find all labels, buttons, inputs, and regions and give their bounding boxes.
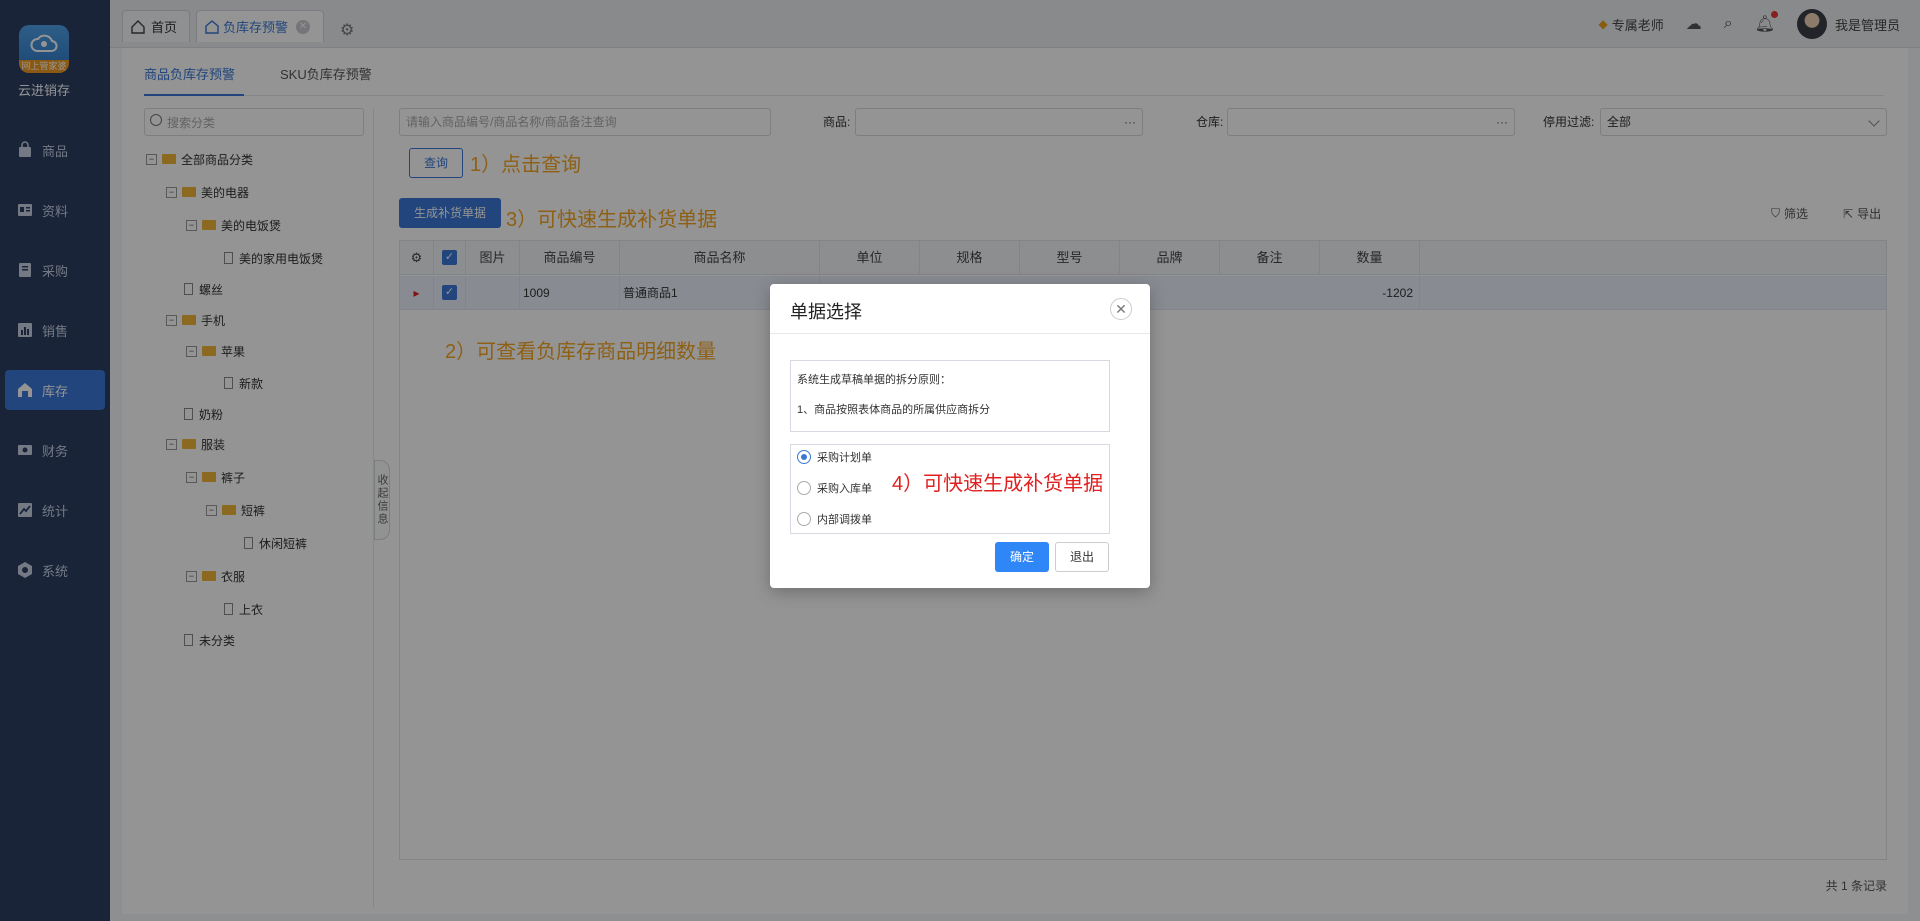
document-select-dialog: 单据选择 ✕ 系统生成草稿单据的拆分原则： 1、商品按照表体商品的所属供应商拆分… [770, 284, 1150, 588]
split-rules-box: 系统生成草稿单据的拆分原则： 1、商品按照表体商品的所属供应商拆分 [790, 360, 1110, 432]
option-label: 采购入库单 [817, 483, 872, 495]
rule-item: 1、商品按照表体商品的所属供应商拆分 [797, 404, 991, 416]
close-icon[interactable]: ✕ [1110, 298, 1132, 320]
option-purchase-inbound[interactable]: 采购入库单 [797, 480, 872, 496]
exit-button[interactable]: 退出 [1055, 542, 1109, 572]
radio-selected[interactable] [797, 450, 811, 464]
option-internal-transfer[interactable]: 内部调拨单 [797, 511, 872, 527]
option-label: 内部调拨单 [817, 514, 872, 526]
option-purchase-plan[interactable]: 采购计划单 [797, 449, 872, 465]
rule-title: 系统生成草稿单据的拆分原则： [797, 374, 951, 386]
radio[interactable] [797, 481, 811, 495]
annotation-step-4: 4）可快速生成补货单据 [892, 473, 1104, 495]
radio[interactable] [797, 512, 811, 526]
dialog-header: 单据选择 ✕ [770, 284, 1150, 334]
option-label: 采购计划单 [817, 452, 872, 464]
confirm-button[interactable]: 确定 [995, 542, 1049, 572]
dialog-title: 单据选择 [790, 302, 862, 322]
